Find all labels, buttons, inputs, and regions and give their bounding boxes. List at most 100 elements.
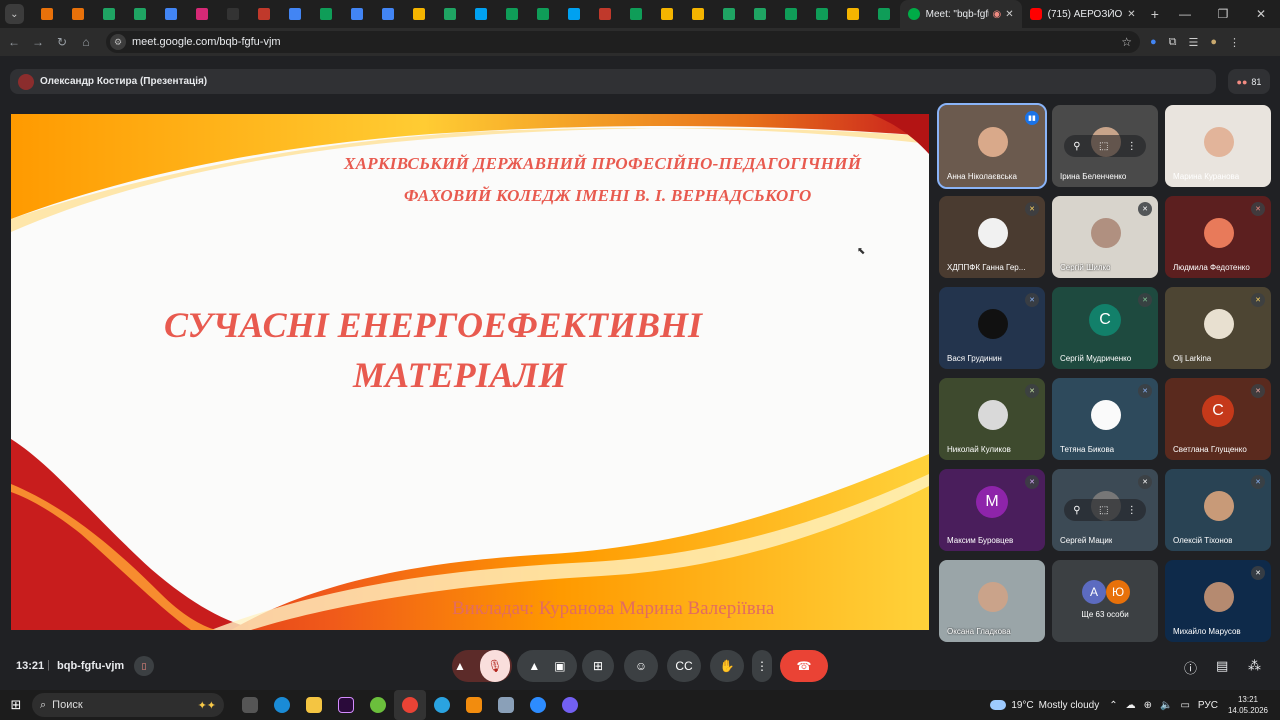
- close-window-icon[interactable]: ✕: [1242, 7, 1280, 21]
- pinned-tab[interactable]: [652, 0, 683, 28]
- participant-tile[interactable]: ⚲ ⬚ ⋮ Ірина Беленченко: [1052, 105, 1158, 187]
- pinned-tab[interactable]: [776, 0, 807, 28]
- more-options-icon[interactable]: ⋮: [1127, 141, 1137, 152]
- taskbar-clock[interactable]: 13:21 14.05.2026: [1228, 694, 1268, 716]
- pin-icon[interactable]: ⚲: [1073, 505, 1080, 516]
- participant-tile[interactable]: ✕ Сергій Шилко: [1052, 196, 1158, 278]
- volume-icon[interactable]: 🔈: [1160, 700, 1172, 711]
- pinned-tab[interactable]: [466, 0, 497, 28]
- profile-avatar-icon[interactable]: ●: [1210, 36, 1217, 49]
- close-icon[interactable]: ✕: [1127, 9, 1135, 20]
- minimize-icon[interactable]: —: [1166, 7, 1204, 21]
- frame-icon[interactable]: ⬚: [1099, 141, 1108, 152]
- extension-icon[interactable]: ●: [1150, 36, 1157, 49]
- new-tab-button[interactable]: +: [1144, 6, 1166, 22]
- pinned-tab[interactable]: [342, 0, 373, 28]
- pinned-tab[interactable]: [156, 0, 187, 28]
- pinned-tab[interactable]: [497, 0, 528, 28]
- more-options-button[interactable]: ⋮: [752, 650, 772, 682]
- language-indicator[interactable]: РУС: [1198, 700, 1218, 711]
- participant-tile[interactable]: С ✕ Сергій Мудриченко: [1052, 287, 1158, 369]
- windows-start-icon[interactable]: ⊞: [0, 697, 32, 713]
- cloud-sync-icon[interactable]: ☁: [1126, 700, 1136, 711]
- pinned-tab[interactable]: [280, 0, 311, 28]
- weather-widget[interactable]: 19°C Mostly cloudy: [990, 700, 1099, 711]
- frame-icon[interactable]: ⬚: [1099, 505, 1108, 516]
- media-control-icon[interactable]: ☰: [1189, 36, 1199, 49]
- vlc-icon[interactable]: [458, 690, 490, 720]
- site-info-icon[interactable]: ⚙: [110, 34, 126, 50]
- pinned-tab[interactable]: [63, 0, 94, 28]
- chevron-up-icon[interactable]: ▲: [528, 659, 540, 673]
- participant-tile[interactable]: ✕ Олексій Тіхонов: [1165, 469, 1271, 551]
- participant-tile[interactable]: ✕ Olj Larkina: [1165, 287, 1271, 369]
- pinned-tab[interactable]: [125, 0, 156, 28]
- room-icon[interactable]: ▯: [134, 656, 154, 676]
- pinned-tab[interactable]: [435, 0, 466, 28]
- captions-button[interactable]: CC: [667, 650, 701, 682]
- omnibox[interactable]: ⚙ meet.google.com/bqb-fgfu-vjm ☆: [106, 31, 1140, 53]
- reactions-button[interactable]: ☺: [624, 650, 658, 682]
- pinned-tab[interactable]: [807, 0, 838, 28]
- chat-icon[interactable]: ▤: [1216, 658, 1228, 674]
- pinned-tab[interactable]: [869, 0, 900, 28]
- pinned-tab[interactable]: [94, 0, 125, 28]
- network-icon[interactable]: ⊕: [1144, 700, 1152, 711]
- home-icon[interactable]: ⌂: [74, 35, 98, 49]
- viber-icon[interactable]: [554, 690, 586, 720]
- pinned-tab[interactable]: [745, 0, 776, 28]
- pinned-tab[interactable]: [590, 0, 621, 28]
- edge-icon[interactable]: [266, 690, 298, 720]
- back-icon[interactable]: ←: [2, 35, 26, 49]
- participant-tile[interactable]: ▮▮ Анна Ніколаєвська: [937, 103, 1047, 189]
- participant-tile[interactable]: ⚲ ⬚ ⋮ ✕ Сергей Мацик: [1052, 469, 1158, 551]
- menu-icon[interactable]: ⋮: [1229, 36, 1240, 49]
- reload-icon[interactable]: ↻: [50, 35, 74, 49]
- restore-icon[interactable]: ❐: [1204, 7, 1242, 21]
- pinned-tab[interactable]: [559, 0, 590, 28]
- activities-icon[interactable]: ⁂: [1248, 658, 1261, 674]
- bookmark-star-icon[interactable]: ☆: [1121, 35, 1132, 49]
- pinned-tab[interactable]: [311, 0, 342, 28]
- more-participants-tile[interactable]: А Ю Ще 63 особи: [1052, 560, 1158, 642]
- zoom-icon[interactable]: [522, 690, 554, 720]
- pinned-tab[interactable]: [249, 0, 280, 28]
- task-view-icon[interactable]: [234, 690, 266, 720]
- tab-meet[interactable]: Meet: "bqb-fgfu-... ◉ ✕: [899, 0, 1022, 28]
- info-icon[interactable]: ⓘ: [1184, 658, 1197, 677]
- participant-tile[interactable]: ✕ Людмила Федотенко: [1165, 196, 1271, 278]
- camera-icon[interactable]: ▣: [554, 659, 565, 673]
- tab-youtube[interactable]: (715) АЕРОЗЙОМКА ✕: [1022, 0, 1144, 28]
- participant-tile[interactable]: ✕ Тетяна Бикова: [1052, 378, 1158, 460]
- raise-hand-button[interactable]: ✋: [710, 650, 744, 682]
- pinned-tab[interactable]: [218, 0, 249, 28]
- pinned-tab[interactable]: [838, 0, 869, 28]
- chevron-up-icon[interactable]: ▲: [454, 659, 466, 673]
- participant-tile[interactable]: М ✕ Максим Буровцев: [939, 469, 1045, 551]
- app-icon[interactable]: [490, 690, 522, 720]
- extensions-puzzle-icon[interactable]: ⧉: [1169, 36, 1177, 49]
- participant-tile[interactable]: ✕ Вася Грудинин: [939, 287, 1045, 369]
- pin-icon[interactable]: ⚲: [1073, 141, 1080, 152]
- pinned-tab[interactable]: [621, 0, 652, 28]
- close-icon[interactable]: ✕: [1005, 9, 1013, 20]
- utorrent-icon[interactable]: [362, 690, 394, 720]
- pinned-tab[interactable]: [528, 0, 559, 28]
- participant-tile[interactable]: Оксана Гладкова: [939, 560, 1045, 642]
- chrome-icon[interactable]: [394, 690, 426, 720]
- present-button[interactable]: ⊞: [582, 650, 614, 682]
- pinned-tab[interactable]: [187, 0, 218, 28]
- file-explorer-icon[interactable]: [298, 690, 330, 720]
- pinned-tab[interactable]: [373, 0, 404, 28]
- pinned-tab[interactable]: [32, 0, 63, 28]
- more-options-icon[interactable]: ⋮: [1127, 505, 1137, 516]
- telegram-icon[interactable]: [426, 690, 458, 720]
- participant-tile[interactable]: ✕ Николай Куликов: [939, 378, 1045, 460]
- chevron-up-icon[interactable]: ⌃: [1109, 700, 1117, 711]
- pinned-tab[interactable]: [714, 0, 745, 28]
- pinned-tab[interactable]: [404, 0, 435, 28]
- people-count-badge[interactable]: ●● 81: [1228, 69, 1270, 94]
- pinned-tab[interactable]: [683, 0, 714, 28]
- mic-off-icon[interactable]: 🎙: [479, 650, 510, 682]
- battery-icon[interactable]: ▭: [1180, 700, 1189, 711]
